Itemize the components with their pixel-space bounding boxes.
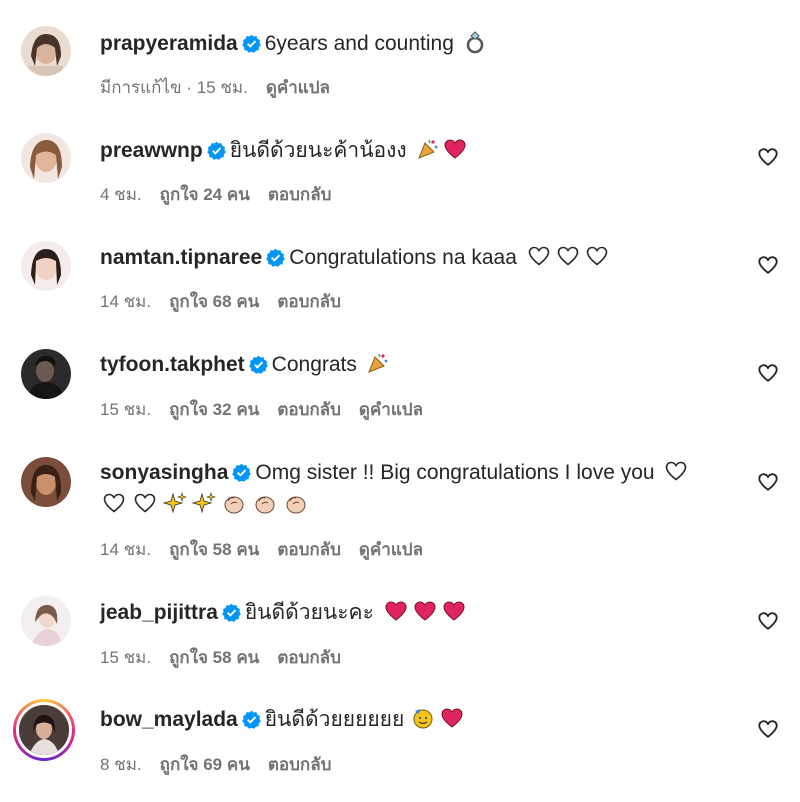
comment-text-line: prapyeramida 6years and counting <box>100 29 740 59</box>
reply-button[interactable]: ตอบกลับ <box>268 755 332 774</box>
username[interactable]: namtan.tipnaree <box>100 246 262 269</box>
comment-meta: มีการแก้ไข · 15 ชม. ดูคำแปล <box>100 74 348 101</box>
heart-red-icon <box>385 601 407 621</box>
timestamp: 4 ชม. <box>100 185 142 204</box>
like-heart-icon[interactable] <box>757 362 779 384</box>
sparkles-icon <box>162 492 187 514</box>
comment-text: 6years and counting <box>264 32 454 55</box>
comment-meta: 14 ชม. ถูกใจ 58 คน ตอบกลับ ดูคำแปล <box>100 536 441 563</box>
timestamp: 15 ชม. <box>100 400 152 419</box>
timestamp: 14 ชม. <box>100 292 152 311</box>
heart-outline-icon <box>103 493 125 513</box>
like-heart-icon[interactable] <box>757 718 779 740</box>
heart-outline-icon <box>586 246 608 266</box>
reply-button[interactable]: ตอบกลับ <box>268 185 332 204</box>
party-popper-icon <box>417 139 437 159</box>
comment-meta: 14 ชม. ถูกใจ 68 คน ตอบกลับ <box>100 288 359 315</box>
reply-button[interactable]: ตอบกลับ <box>277 400 341 419</box>
likes-count[interactable]: ถูกใจ 32 คน <box>169 400 259 419</box>
verified-badge-icon <box>241 710 261 729</box>
see-translation-link[interactable]: ดูคำแปล <box>359 540 423 559</box>
heart-red-icon <box>443 601 465 621</box>
verified-badge-icon <box>232 463 252 482</box>
comment-text: ยินดีด้วยนะคะ <box>244 601 374 624</box>
like-heart-icon[interactable] <box>757 471 779 493</box>
reply-button[interactable]: ตอบกลับ <box>277 292 341 311</box>
timestamp: 15 ชม. <box>100 648 152 667</box>
comment-text: Congrats <box>271 353 357 376</box>
comment-text-line: namtan.tipnaree Congratulations na kaaa <box>100 243 740 273</box>
comment-text: Congratulations na kaaa <box>289 246 517 269</box>
like-heart-icon[interactable] <box>757 254 779 276</box>
likes-count[interactable]: ถูกใจ 24 คน <box>160 185 250 204</box>
timestamp: 8 ชม. <box>100 755 142 774</box>
heart-outline-icon <box>134 493 156 513</box>
comment-text: Omg sister !! Big congratulations I love… <box>255 461 655 484</box>
comment-text-line: tyfoon.takphet Congrats <box>100 350 740 380</box>
comment-meta: 8 ชม. ถูกใจ 69 คน ตอบกลับ <box>100 751 349 778</box>
edited-time: มีการแก้ไข · 15 ชม. <box>100 78 248 97</box>
party-popper-icon <box>367 353 388 373</box>
verified-badge-icon <box>222 603 241 622</box>
comment-text-line: bow_maylada ยินดีด้วยยยยยย <box>100 705 740 735</box>
comment-text-line: sonyasingha Omg sister !! Big congratulat… <box>100 458 740 488</box>
reply-button[interactable]: ตอบกลับ <box>277 648 341 667</box>
partying-face-icon <box>413 709 433 729</box>
comment-text-line-2 <box>100 490 740 520</box>
avatar[interactable] <box>21 241 71 291</box>
heart-outline-icon <box>666 461 687 481</box>
avatar-story-ring[interactable] <box>13 699 75 761</box>
avatar[interactable] <box>21 133 71 183</box>
comment-text-line: preawwnp ยินดีด้วยนะค้าน้องง <box>100 136 740 166</box>
like-heart-icon[interactable] <box>757 610 779 632</box>
see-translation-link[interactable]: ดูคำแปล <box>359 400 423 419</box>
comment-meta: 15 ชม. ถูกใจ 32 คน ตอบกลับ ดูคำแปล <box>100 396 441 423</box>
heart-red-icon <box>441 708 463 728</box>
avatar[interactable] <box>21 26 71 76</box>
ring-icon <box>466 31 483 54</box>
username[interactable]: preawwnp <box>100 139 203 162</box>
verified-badge-icon <box>248 355 268 374</box>
clap-icon <box>224 496 244 514</box>
likes-count[interactable]: ถูกใจ 69 คน <box>160 755 250 774</box>
likes-count[interactable]: ถูกใจ 58 คน <box>169 540 259 559</box>
username[interactable]: sonyasingha <box>100 461 228 484</box>
sparkles-icon <box>191 492 216 514</box>
reply-button[interactable]: ตอบกลับ <box>277 540 341 559</box>
comment-text: ยินดีด้วยนะค้าน้องง <box>229 139 407 162</box>
username[interactable]: prapyeramida <box>100 32 238 55</box>
username[interactable]: tyfoon.takphet <box>100 353 245 376</box>
verified-badge-icon <box>241 34 261 53</box>
see-translation-link[interactable]: ดูคำแปล <box>266 78 330 97</box>
heart-red-icon <box>414 601 436 621</box>
heart-red-icon <box>444 139 466 159</box>
heart-outline-icon <box>528 246 550 266</box>
heart-outline-icon <box>557 246 579 266</box>
comment-text-line: jeab_pijittra ยินดีด้วยนะคะ <box>100 598 740 628</box>
comment-text: ยินดีด้วยยยยยย <box>264 708 405 731</box>
avatar[interactable] <box>21 349 71 399</box>
clap-icon <box>255 496 275 514</box>
likes-count[interactable]: ถูกใจ 58 คน <box>169 648 259 667</box>
comment-meta: 15 ชม. ถูกใจ 58 คน ตอบกลับ <box>100 644 359 671</box>
verified-badge-icon <box>266 248 286 267</box>
likes-count[interactable]: ถูกใจ 68 คน <box>169 292 259 311</box>
avatar[interactable] <box>21 457 71 507</box>
username[interactable]: bow_maylada <box>100 708 238 731</box>
timestamp: 14 ชม. <box>100 540 152 559</box>
like-heart-icon[interactable] <box>757 146 779 168</box>
avatar[interactable] <box>21 596 71 646</box>
clap-icon <box>286 496 306 514</box>
verified-badge-icon <box>206 141 226 160</box>
username[interactable]: jeab_pijittra <box>100 601 218 624</box>
comment-meta: 4 ชม. ถูกใจ 24 คน ตอบกลับ <box>100 181 349 208</box>
